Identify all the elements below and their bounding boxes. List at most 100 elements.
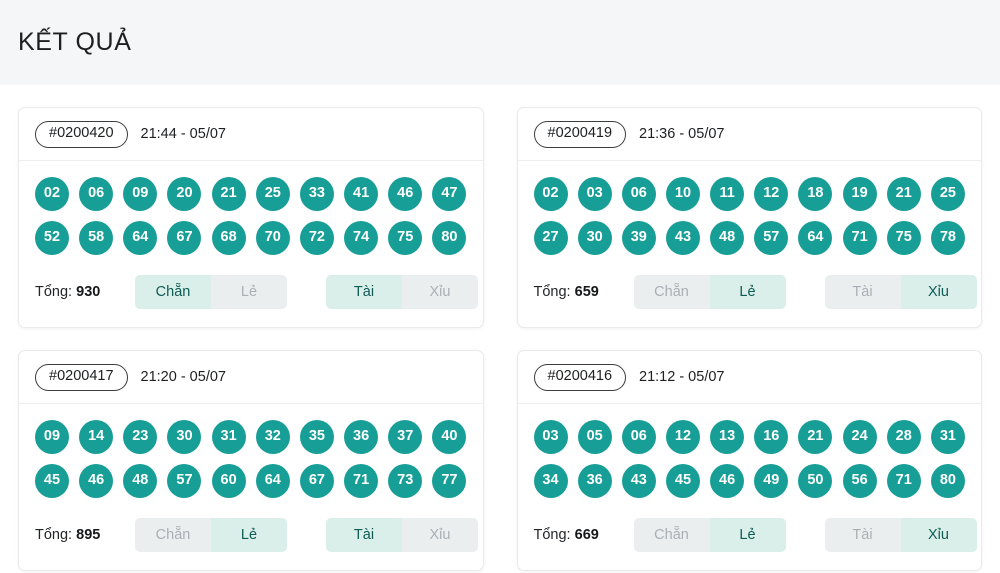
number-ball: 50: [798, 463, 833, 498]
draw-id-badge: #0200417: [35, 363, 128, 391]
card-footer: Tổng: 659 Chẵn Lẻ Tài Xỉu: [518, 261, 982, 327]
number-ball: 30: [577, 220, 612, 255]
numbers-area: 02 06 09 20 21 25 33 41 46 47 52 58 64 67 68 70 72 74 75 80: [19, 161, 483, 261]
parity-toggle-group: Chẵn Lẻ: [135, 274, 287, 309]
number-ball: 60: [211, 463, 246, 498]
number-ball: 33: [299, 176, 334, 211]
draw-id-badge: #0200420: [35, 121, 128, 148]
number-ball: 64: [255, 463, 290, 498]
number-ball: 11: [710, 176, 745, 211]
total-value: 669: [574, 526, 599, 543]
toggle-small[interactable]: Xỉu: [402, 274, 478, 309]
number-ball: 06: [79, 176, 114, 211]
numbers-row: 02 03 06 10 11 12 18 19 21 25: [533, 176, 966, 211]
number-ball: 09: [35, 419, 69, 454]
number-ball: 48: [123, 463, 158, 498]
toggle-big[interactable]: Tài: [824, 274, 901, 309]
number-ball: 47: [432, 176, 467, 211]
number-ball: 80: [930, 463, 965, 498]
total-prefix: Tổng:: [533, 526, 571, 543]
number-ball: 75: [886, 220, 921, 255]
numbers-row: 03 05 06 12 13 16 21 24 28 31: [533, 419, 966, 454]
number-ball: 31: [211, 419, 246, 454]
draw-id-badge: #0200416: [533, 363, 627, 391]
total-prefix: Tổng:: [35, 283, 73, 300]
number-ball: 78: [930, 220, 965, 255]
number-ball: 09: [123, 176, 158, 211]
toggle-even[interactable]: Chẵn: [135, 517, 211, 552]
number-ball: 13: [710, 419, 745, 454]
page-header: KẾT QUẢ: [0, 0, 1000, 85]
number-ball: 73: [388, 463, 423, 498]
toggle-even[interactable]: Chẵn: [633, 274, 710, 309]
number-ball: 46: [710, 463, 745, 498]
toggle-small[interactable]: Xỉu: [402, 517, 478, 552]
number-ball: 75: [388, 220, 423, 255]
number-ball: 49: [754, 463, 789, 498]
toggle-odd[interactable]: Lẻ: [211, 517, 287, 552]
number-ball: 64: [123, 220, 158, 255]
number-ball: 36: [344, 419, 379, 454]
toggle-big[interactable]: Tài: [824, 517, 901, 552]
number-ball: 25: [930, 176, 965, 211]
total-label: Tổng: 659: [534, 284, 620, 300]
toggle-big[interactable]: Tài: [326, 274, 402, 309]
toggle-odd[interactable]: Lẻ: [211, 274, 287, 309]
total-prefix: Tổng:: [533, 283, 571, 300]
size-toggle-group: Tài Xỉu: [824, 274, 977, 309]
number-ball: 10: [665, 176, 700, 211]
number-ball: 70: [255, 220, 290, 255]
page-title: KẾT QUẢ: [18, 28, 132, 56]
toggle-big[interactable]: Tài: [326, 517, 402, 552]
numbers-area: 09 14 23 30 31 32 35 36 37 40 45 46 48 57 60 64 67 71 73 77: [19, 404, 483, 504]
number-ball: 74: [344, 220, 379, 255]
total-label: Tổng: 669: [534, 527, 620, 543]
draw-timestamp: 21:20 - 05/07: [140, 369, 226, 386]
number-ball: 14: [79, 419, 114, 454]
number-ball: 32: [255, 419, 290, 454]
card-header: #0200417 21:20 - 05/07: [19, 351, 483, 404]
number-ball: 58: [79, 220, 114, 255]
number-ball: 46: [79, 463, 114, 498]
number-ball: 43: [621, 463, 656, 498]
parity-toggle-group: Chẵn Lẻ: [633, 517, 786, 552]
number-ball: 80: [432, 220, 467, 255]
number-ball: 19: [842, 176, 877, 211]
results-grid: #0200420 21:44 - 05/07 02 06 09 20 21 25 33 41 46 4…: [0, 85, 1000, 571]
parity-toggle-group: Chẵn Lẻ: [135, 517, 287, 552]
number-ball: 05: [577, 419, 612, 454]
number-ball: 57: [754, 220, 789, 255]
number-ball: 40: [432, 419, 467, 454]
card-header: #0200420 21:44 - 05/07: [19, 108, 483, 161]
card-header: #0200419 21:36 - 05/07: [517, 108, 981, 161]
number-ball: 21: [886, 176, 921, 211]
size-toggle-group: Tài Xỉu: [326, 517, 478, 552]
number-ball: 21: [798, 419, 833, 454]
total-value: 659: [574, 283, 599, 300]
number-ball: 34: [533, 463, 568, 498]
numbers-row: 02 06 09 20 21 25 33 41 46 47: [35, 176, 467, 211]
number-ball: 27: [533, 220, 568, 255]
numbers-row: 45 46 48 57 60 64 67 71 73 77: [35, 463, 467, 498]
number-ball: 46: [388, 176, 423, 211]
toggle-odd[interactable]: Lẻ: [709, 517, 786, 552]
parity-toggle-group: Chẵn Lẻ: [633, 274, 786, 309]
toggle-odd[interactable]: Lẻ: [709, 274, 786, 309]
number-ball: 31: [930, 419, 965, 454]
toggle-even[interactable]: Chẵn: [135, 274, 211, 309]
toggle-small[interactable]: Xỉu: [900, 517, 977, 552]
numbers-area: 02 03 06 10 11 12 18 19 21 25 27 30 39 43 48 57 64 71 75 78: [518, 161, 982, 261]
toggle-even[interactable]: Chẵn: [633, 517, 710, 552]
number-ball: 67: [299, 463, 334, 498]
card-footer: Tổng: 895 Chẵn Lẻ Tài Xỉu: [19, 504, 483, 570]
numbers-row: 34 36 43 45 46 49 50 56 71 80: [533, 463, 966, 498]
result-card: #0200419 21:36 - 05/07 02 03 06 10 11 12 18 19 21 2…: [516, 107, 982, 328]
toggle-small[interactable]: Xỉu: [900, 274, 977, 309]
total-prefix: Tổng:: [35, 526, 73, 543]
number-ball: 03: [577, 176, 612, 211]
result-card: #0200416 21:12 - 05/07 03 05 06 12 13 16 21 24 28 3…: [516, 349, 982, 571]
number-ball: 41: [344, 176, 379, 211]
number-ball: 36: [577, 463, 612, 498]
number-ball: 71: [344, 463, 379, 498]
number-ball: 45: [665, 463, 700, 498]
